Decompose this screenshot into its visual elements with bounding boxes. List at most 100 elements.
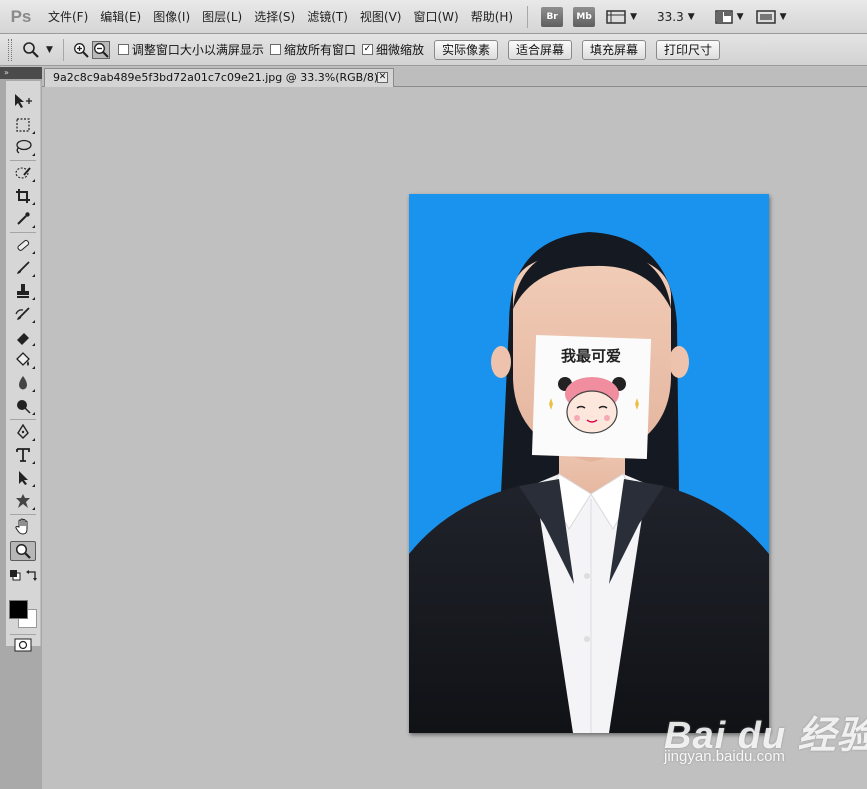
- arrange-documents-icon: [714, 9, 733, 24]
- toolbox-divider: [10, 634, 36, 635]
- resize-windows-checkbox[interactable]: 调整窗口大小以满屏显示: [117, 41, 264, 58]
- menu-file[interactable]: 文件(F): [42, 8, 94, 25]
- view-extras-icon: [606, 9, 626, 24]
- flyout-indicator: [32, 438, 35, 441]
- blur-tool[interactable]: [10, 373, 36, 393]
- mini-bridge-button[interactable]: Mb: [573, 6, 596, 27]
- clone-stamp-tool[interactable]: [10, 281, 36, 301]
- zoom-in-icon: [73, 42, 89, 58]
- toolbox-divider: [10, 419, 36, 420]
- screen-mode-button[interactable]: ▼: [755, 9, 787, 25]
- bridge-button[interactable]: Br: [541, 6, 564, 27]
- zoom-out-icon: [93, 42, 109, 58]
- zoom-all-windows-box[interactable]: [269, 44, 281, 55]
- eraser-tool[interactable]: [10, 327, 36, 347]
- chevron-down-icon: ▼: [630, 11, 638, 22]
- right-ear: [669, 346, 689, 378]
- dodge-tool[interactable]: [10, 396, 36, 416]
- baidu-watermark: Bai du 经验 jingyan.baidu.com: [664, 694, 867, 774]
- custom-shape-icon: [16, 494, 30, 508]
- menu-help[interactable]: 帮助(H): [465, 8, 519, 25]
- swap-colors-button[interactable]: [26, 569, 38, 584]
- marquee-icon: [16, 118, 30, 132]
- type-tool[interactable]: [10, 445, 36, 465]
- default-colors-button[interactable]: [9, 569, 21, 584]
- zoom-tool[interactable]: [10, 541, 36, 561]
- sticker-text: 我最可爱: [561, 347, 621, 365]
- healing-brush-tool[interactable]: [10, 235, 36, 255]
- zoom-chevron-down-icon[interactable]: ▼: [688, 12, 695, 22]
- path-selection-icon: [19, 471, 28, 485]
- lasso-icon: [16, 139, 32, 154]
- canvas-area[interactable]: 我最可爱: [42, 87, 867, 789]
- zoom-in-button[interactable]: [72, 41, 90, 59]
- menu-select[interactable]: 选择(S): [248, 8, 301, 25]
- fill-screen-button[interactable]: 填充屏幕: [582, 39, 647, 60]
- hand-tool[interactable]: [10, 517, 36, 537]
- crop-tool[interactable]: [10, 186, 36, 206]
- cartoon-face: [566, 390, 618, 434]
- actual-pixels-button[interactable]: 实际像素: [433, 39, 498, 60]
- menu-layer[interactable]: 图层(L): [196, 8, 248, 25]
- menu-image[interactable]: 图像(I): [147, 8, 196, 25]
- menu-window[interactable]: 窗口(W): [407, 8, 464, 25]
- flyout-indicator: [32, 320, 35, 323]
- flyout-indicator: [32, 179, 35, 182]
- zoom-out-button[interactable]: [91, 40, 110, 59]
- document-tab[interactable]: 9a2c8c9ab489e5f3bd72a01c7c09e21.jpg @ 33…: [44, 68, 394, 87]
- pen-tool[interactable]: [10, 422, 36, 442]
- zoom-all-windows-label: 缩放所有窗口: [283, 43, 356, 57]
- zoom-all-windows-checkbox[interactable]: 缩放所有窗口: [269, 41, 356, 58]
- eyedropper-tool[interactable]: [10, 209, 36, 229]
- face-sticker: 我最可爱: [531, 335, 652, 459]
- close-icon[interactable]: ✕: [377, 72, 388, 83]
- chevron-down-icon: ▼: [736, 11, 744, 22]
- lasso-tool[interactable]: [10, 137, 36, 157]
- custom-shape-tool[interactable]: [10, 491, 36, 511]
- blush-left: [574, 415, 580, 421]
- toolbox: »: [0, 67, 42, 789]
- quick-selection-tool[interactable]: [10, 163, 36, 183]
- view-extras-button[interactable]: ▼: [606, 9, 637, 25]
- zoom-icon: [15, 543, 31, 559]
- history-brush-icon: [15, 307, 30, 320]
- flyout-indicator: [32, 202, 35, 205]
- swap-colors-icon: [26, 570, 37, 581]
- scrubby-zoom-checkbox[interactable]: ✓ 细微缩放: [361, 41, 424, 58]
- menu-edit[interactable]: 编辑(E): [94, 8, 147, 25]
- path-selection-tool[interactable]: [10, 468, 36, 488]
- clone-stamp-icon: [17, 284, 29, 298]
- history-brush-tool[interactable]: [10, 304, 36, 324]
- scrubby-zoom-box[interactable]: ✓: [361, 44, 373, 55]
- menu-filter[interactable]: 滤镜(T): [301, 8, 354, 25]
- toolbox-collapse-button[interactable]: »: [0, 67, 42, 79]
- menu-view[interactable]: 视图(V): [354, 8, 408, 25]
- watermark-url: jingyan.baidu.com: [664, 748, 785, 765]
- marquee-tool[interactable]: [10, 115, 36, 135]
- options-grip[interactable]: [8, 38, 12, 61]
- foreground-color-swatch[interactable]: [9, 600, 28, 619]
- toolbox-divider: [10, 232, 36, 233]
- arrange-documents-button[interactable]: ▼: [714, 9, 744, 25]
- crop-icon: [16, 189, 30, 203]
- resize-windows-box[interactable]: [117, 44, 129, 55]
- toolbox-divider: [10, 514, 36, 515]
- brush-tool[interactable]: [10, 258, 36, 278]
- default-colors-icon: [10, 570, 21, 581]
- fit-screen-button[interactable]: 适合屏幕: [507, 39, 572, 60]
- flyout-indicator: [32, 507, 35, 510]
- scrubby-zoom-label: 细微缩放: [375, 43, 424, 57]
- chevron-down-icon: ▼: [46, 44, 53, 55]
- pen-icon: [17, 424, 29, 439]
- healing-brush-icon: [17, 239, 30, 251]
- paint-bucket-tool[interactable]: [10, 350, 36, 370]
- tool-preset-picker[interactable]: ▼: [22, 41, 53, 59]
- blur-icon: [19, 376, 27, 390]
- eyedropper-icon: [17, 212, 30, 225]
- zoom-level-display[interactable]: 33.3: [657, 10, 684, 24]
- quick-mask-button[interactable]: [14, 638, 32, 655]
- eraser-icon: [17, 333, 29, 345]
- move-tool[interactable]: [10, 91, 36, 111]
- flyout-indicator: [32, 343, 35, 346]
- print-size-button[interactable]: 打印尺寸: [656, 39, 721, 60]
